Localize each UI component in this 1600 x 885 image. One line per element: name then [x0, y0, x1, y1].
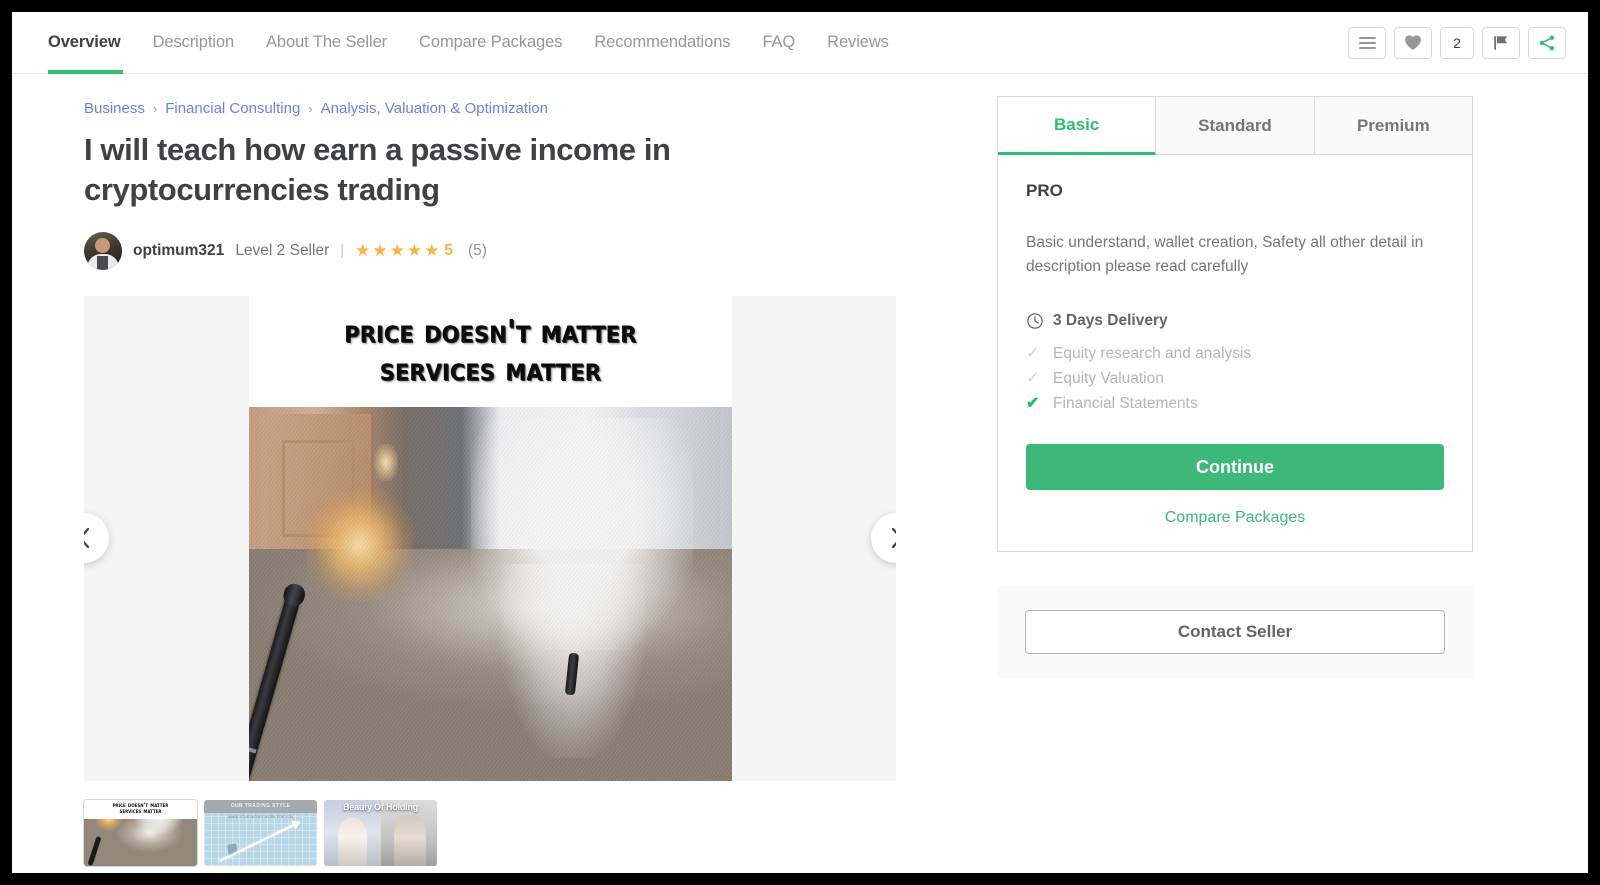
- clock-icon: [1027, 313, 1043, 329]
- package-feature-3-label: Financial Statements: [1053, 395, 1198, 413]
- tab-description-label: Description: [152, 33, 235, 51]
- gallery-prev-button[interactable]: [84, 513, 109, 564]
- package-tab-standard-label: Standard: [1198, 115, 1272, 135]
- seller-username[interactable]: optimum321: [133, 242, 224, 260]
- nav-tab-list: Overview Description About The Seller Co…: [34, 12, 905, 74]
- slide-photo: [248, 406, 732, 781]
- tab-description[interactable]: Description: [137, 12, 250, 73]
- hamburger-menu-button[interactable]: [1348, 26, 1386, 59]
- star-icon: ★: [372, 241, 388, 261]
- tab-about-the-seller-label: About The Seller: [266, 33, 388, 51]
- contact-seller-card: Contact Seller: [997, 586, 1473, 679]
- thumbnail-1-line-2: Services Matter: [119, 808, 162, 816]
- breadcrumb-item-financial-consulting[interactable]: Financial Consulting: [165, 100, 300, 117]
- thumbnail-3[interactable]: Beauty Of Holding: [324, 799, 437, 866]
- chevron-right-icon: [891, 528, 896, 549]
- package-tab-list: Basic Standard Premium: [998, 97, 1472, 155]
- flag-icon: [1494, 35, 1508, 50]
- compare-packages-link[interactable]: Compare Packages: [1026, 509, 1444, 527]
- continue-button[interactable]: Continue: [1026, 444, 1444, 491]
- package-name: PRO: [1026, 181, 1063, 200]
- package-body: PRO Basic understand, wallet creation, S…: [998, 155, 1472, 551]
- thumbnail-2-subtitle: MAKE YOUR MONEY WORK FOR YOU: [227, 815, 294, 820]
- page-title: I will teach how earn a passive income i…: [84, 132, 671, 208]
- package-tab-basic[interactable]: Basic: [998, 97, 1157, 155]
- package-card: Basic Standard Premium PRO Basic underst…: [997, 96, 1473, 553]
- favorite-count-value: 2: [1453, 34, 1461, 51]
- package-tab-premium[interactable]: Premium: [1314, 97, 1472, 155]
- tab-faq[interactable]: FAQ: [746, 12, 811, 73]
- hamburger-menu-icon: [1358, 36, 1376, 49]
- seller-divider: |: [340, 242, 345, 260]
- share-button[interactable]: [1528, 26, 1566, 59]
- seller-info-row: optimum321 Level 2 Seller | ★ ★ ★ ★ ★ 5 …: [84, 231, 997, 270]
- delivery-time: 3 Days Delivery: [1053, 312, 1168, 330]
- thumbnail-2[interactable]: OUR TRADING STYLE MAKE YOUR MONEY WORK F…: [204, 799, 317, 866]
- star-icon: ★: [424, 241, 440, 261]
- breadcrumb-item-analysis-valuation-optimization[interactable]: Analysis, Valuation & Optimization: [321, 100, 548, 117]
- rating-stars: ★ ★ ★ ★ ★ 5: [355, 242, 453, 260]
- thumbnail-3-title: Beauty Of Holding: [342, 802, 419, 813]
- package-feature-2-label: Equity Valuation: [1053, 370, 1164, 388]
- package-feature-3: ✔ Financial Statements: [1026, 395, 1444, 413]
- tab-reviews[interactable]: Reviews: [811, 12, 905, 73]
- thumbnail-2-title: OUR TRADING STYLE: [230, 803, 291, 810]
- gallery-thumbnails: Price Doesn't Matter Services Matter OUR…: [83, 798, 997, 867]
- favorite-count-badge[interactable]: 2: [1440, 26, 1474, 59]
- check-icon: ✓: [1026, 345, 1040, 363]
- check-icon: ✓: [1026, 370, 1040, 388]
- tab-overview[interactable]: Overview: [34, 12, 137, 74]
- tab-recommendations-label: Recommendations: [594, 33, 731, 51]
- avatar[interactable]: [84, 231, 122, 270]
- favorite-button[interactable]: [1394, 26, 1432, 59]
- heart-icon: [1405, 35, 1421, 50]
- package-tab-premium-label: Premium: [1356, 115, 1430, 135]
- breadcrumb: Business › Financial Consulting › Analys…: [84, 100, 997, 117]
- left-column: Business › Financial Consulting › Analys…: [12, 74, 997, 873]
- package-feature-2: ✓ Equity Valuation: [1026, 370, 1444, 388]
- share-icon: [1539, 35, 1555, 50]
- contact-seller-button[interactable]: Contact Seller: [1025, 610, 1445, 655]
- tab-about-the-seller[interactable]: About The Seller: [250, 12, 403, 73]
- tab-compare-packages-label: Compare Packages: [419, 33, 563, 51]
- chevron-right-icon: ›: [152, 101, 158, 116]
- rating-count: (5): [468, 241, 487, 259]
- star-icon: ★: [355, 241, 371, 261]
- page-frame: Overview Description About The Seller Co…: [12, 12, 1588, 873]
- thumbnail-1[interactable]: Price Doesn't Matter Services Matter: [83, 798, 198, 867]
- report-button[interactable]: [1482, 26, 1520, 59]
- tab-overview-label: Overview: [48, 33, 121, 51]
- chevron-left-icon: [84, 528, 89, 549]
- tab-reviews-label: Reviews: [827, 33, 889, 51]
- gallery-next-button[interactable]: [871, 513, 896, 564]
- gallery-current-slide[interactable]: Price Doesn't Matter Services Matter: [248, 295, 732, 781]
- tab-recommendations[interactable]: Recommendations: [578, 12, 746, 73]
- star-icon: ★: [406, 241, 423, 261]
- page-body: Business › Financial Consulting › Analys…: [12, 74, 1588, 873]
- package-feature-1-label: Equity research and analysis: [1053, 345, 1252, 363]
- breadcrumb-item-business[interactable]: Business: [84, 100, 145, 117]
- right-column: Basic Standard Premium PRO Basic underst…: [997, 74, 1557, 873]
- top-navigation-bar: Overview Description About The Seller Co…: [12, 12, 1588, 74]
- rating-score: 5: [444, 241, 454, 259]
- chevron-right-icon: ›: [308, 101, 313, 116]
- package-tab-basic-label: Basic: [1053, 114, 1100, 134]
- package-tab-standard[interactable]: Standard: [1156, 97, 1315, 155]
- nav-action-buttons: 2: [1348, 26, 1566, 59]
- seller-level: Level 2 Seller: [235, 241, 330, 259]
- tab-faq-label: FAQ: [762, 33, 796, 51]
- slide-banner: Price Doesn't Matter Services Matter: [248, 295, 732, 407]
- slide-banner-line-2: Services Matter: [379, 352, 601, 389]
- check-icon: ✔: [1026, 395, 1040, 413]
- delivery-row: 3 Days Delivery: [1026, 312, 1444, 330]
- star-icon: ★: [389, 241, 405, 261]
- slide-banner-line-1: Price Doesn't Matter: [343, 314, 637, 351]
- package-description: Basic understand, wallet creation, Safet…: [1026, 234, 1424, 275]
- package-feature-1: ✓ Equity research and analysis: [1026, 345, 1444, 363]
- tab-compare-packages[interactable]: Compare Packages: [403, 12, 578, 73]
- gallery: Price Doesn't Matter Services Matter: [84, 295, 896, 781]
